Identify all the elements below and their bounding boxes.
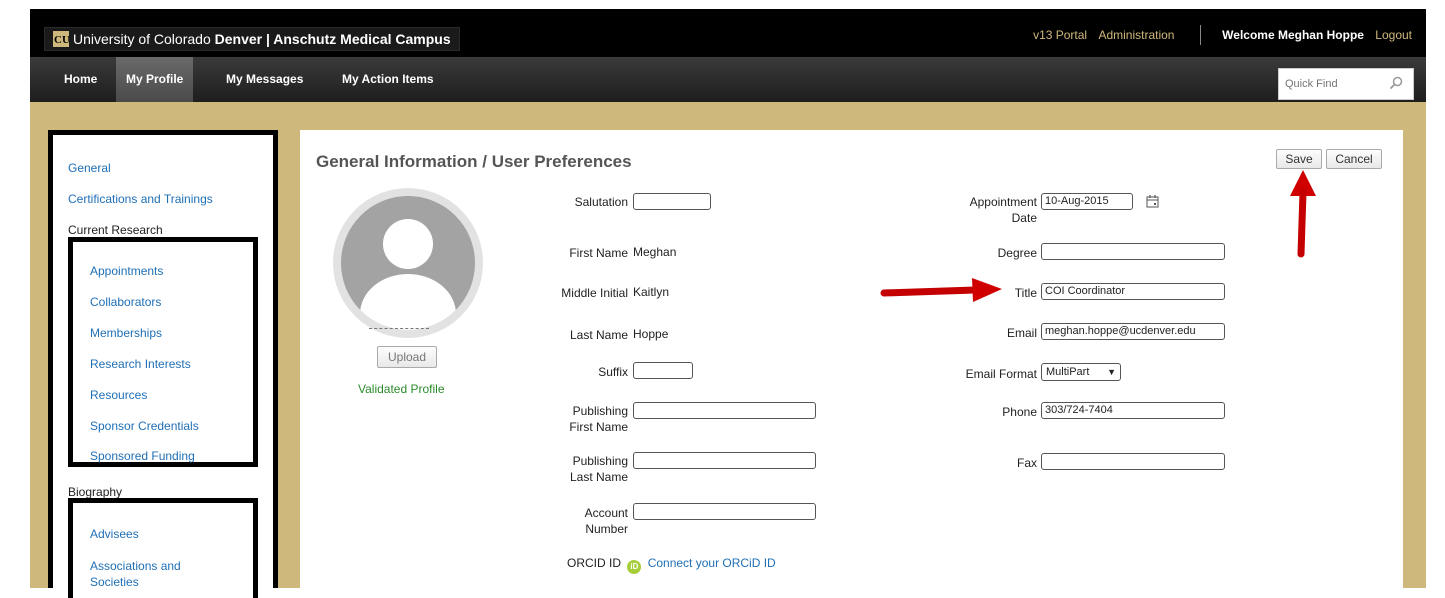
publishing-first-name-label: Publishing First Name	[500, 403, 628, 435]
brand-bold: Denver | Anschutz Medical Campus	[214, 31, 451, 47]
account-number-label-line2: Number	[585, 522, 628, 536]
search-icon[interactable]	[1389, 76, 1403, 90]
save-button[interactable]: Save	[1276, 149, 1322, 169]
sidebar-item-appointments[interactable]: Appointments	[90, 264, 163, 278]
research-items-highlight: Appointments Collaborators Memberships R…	[68, 237, 258, 467]
suffix-label: Suffix	[598, 365, 628, 379]
salutation-input[interactable]	[633, 193, 711, 210]
orcid-row: ORCID ID iD Connect your ORCiD ID	[567, 556, 776, 574]
upload-button[interactable]: Upload	[377, 346, 437, 368]
publishing-first-name-input[interactable]	[633, 402, 816, 419]
account-number-label-line1: Account	[584, 506, 628, 520]
fax-input[interactable]	[1041, 453, 1225, 470]
email-input[interactable]: meghan.hoppe@ucdenver.edu	[1041, 323, 1225, 340]
top-header-bar: CU University of Colorado Denver | Ansch…	[30, 9, 1426, 57]
degree-input[interactable]	[1041, 243, 1225, 260]
v13-portal-link[interactable]: v13 Portal	[1033, 28, 1087, 42]
profile-sidebar: General Certifications and Trainings Cur…	[48, 130, 278, 598]
sidebar-item-resources[interactable]: Resources	[90, 388, 147, 402]
email-format-label: Email Format	[965, 367, 1037, 381]
orcid-icon: iD	[627, 560, 642, 574]
orcid-label: ORCID ID	[567, 556, 621, 570]
sidebar-heading-current-research: Current Research	[68, 223, 163, 237]
cu-logo-icon: CU	[53, 31, 69, 47]
main-nav: Home My Profile My Messages My Action It…	[30, 57, 1426, 102]
header-divider	[1199, 25, 1201, 45]
sidebar-item-general[interactable]: General	[68, 161, 111, 175]
user-silhouette-icon	[360, 219, 456, 330]
quick-find-input[interactable]	[1283, 70, 1383, 98]
avatar-placeholder	[341, 196, 475, 330]
validated-profile-label: Validated Profile	[358, 382, 445, 396]
svg-text:CU: CU	[54, 34, 69, 46]
account-number-label: Account Number	[500, 505, 628, 537]
chevron-down-icon: ▼	[1107, 367, 1116, 377]
title-input[interactable]: COI Coordinator	[1041, 283, 1225, 300]
brand-banner: CU University of Colorado Denver | Ansch…	[44, 27, 460, 51]
middle-initial-label: Middle Initial	[561, 286, 628, 300]
cancel-button[interactable]: Cancel	[1326, 149, 1382, 169]
appointment-date-label-line2: Date	[1011, 211, 1037, 225]
sidebar-item-collaborators[interactable]: Collaborators	[90, 295, 161, 309]
avatar-divider	[369, 328, 429, 329]
publishing-last-name-label: Publishing Last Name	[500, 453, 628, 485]
publishing-last-name-label-line1: Publishing	[572, 454, 628, 468]
nav-my-messages[interactable]: My Messages	[216, 57, 313, 102]
appointment-date-input[interactable]: 10-Aug-2015	[1041, 193, 1133, 210]
nav-my-action-items[interactable]: My Action Items	[332, 57, 444, 102]
top-links: v13 Portal Administration Welcome Meghan…	[1025, 25, 1412, 45]
first-name-value: Meghan	[633, 245, 677, 259]
middle-initial-value: Kaitlyn	[633, 285, 670, 299]
administration-link[interactable]: Administration	[1098, 28, 1174, 42]
suffix-input[interactable]	[633, 362, 693, 379]
fax-label: Fax	[1016, 456, 1037, 470]
appointment-date-label: Appointment Date	[900, 194, 1037, 226]
sidebar-item-memberships[interactable]: Memberships	[90, 326, 162, 340]
appointment-date-label-line1: Appointment	[969, 195, 1037, 209]
annotation-arrow-right-icon	[880, 278, 1002, 302]
sidebar-item-advisees[interactable]: Advisees	[90, 527, 139, 541]
sidebar-item-sponsored-funding[interactable]: Sponsored Funding	[90, 449, 195, 463]
email-format-value: MultiPart	[1046, 366, 1090, 378]
first-name-label: First Name	[569, 246, 628, 260]
publishing-last-name-input[interactable]	[633, 452, 816, 469]
email-label: Email	[1006, 326, 1037, 340]
brand-prefix: University of Colorado	[73, 31, 215, 47]
page-title: General Information / User Preferences	[316, 152, 632, 171]
annotation-arrow-up-icon	[1290, 170, 1316, 258]
email-format-select[interactable]: MultiPart ▼	[1041, 363, 1121, 381]
last-name-value: Hoppe	[633, 327, 669, 341]
publishing-first-name-label-line1: Publishing	[572, 404, 628, 418]
biography-items-highlight: Advisees Associations and Societies	[68, 498, 258, 598]
general-info-panel: General Information / User Preferences S…	[300, 130, 1403, 588]
connect-orcid-link[interactable]: Connect your ORCiD ID	[648, 556, 776, 570]
publishing-first-name-label-line2: First Name	[569, 420, 628, 434]
phone-label: Phone	[1002, 405, 1037, 419]
account-number-input[interactable]	[633, 503, 816, 520]
quick-find-box	[1278, 68, 1414, 100]
sidebar-item-sponsor-credentials[interactable]: Sponsor Credentials	[90, 419, 199, 433]
sidebar-heading-biography: Biography	[68, 485, 123, 499]
welcome-text: Welcome Meghan Hoppe	[1222, 28, 1364, 42]
calendar-icon[interactable]	[1146, 194, 1159, 208]
avatar	[333, 188, 483, 338]
logout-link[interactable]: Logout	[1375, 28, 1412, 42]
last-name-label: Last Name	[569, 328, 628, 342]
sidebar-item-research-interests[interactable]: Research Interests	[90, 357, 191, 371]
salutation-label: Salutation	[574, 195, 628, 209]
nav-my-profile[interactable]: My Profile	[116, 57, 194, 102]
nav-home[interactable]: Home	[54, 57, 107, 102]
sidebar-item-associations[interactable]: Associations and Societies	[90, 558, 210, 590]
sidebar-item-certifications[interactable]: Certifications and Trainings	[68, 192, 213, 206]
degree-label: Degree	[997, 246, 1037, 260]
publishing-last-name-label-line2: Last Name	[569, 470, 628, 484]
phone-input[interactable]: 303/724-7404	[1041, 402, 1225, 419]
